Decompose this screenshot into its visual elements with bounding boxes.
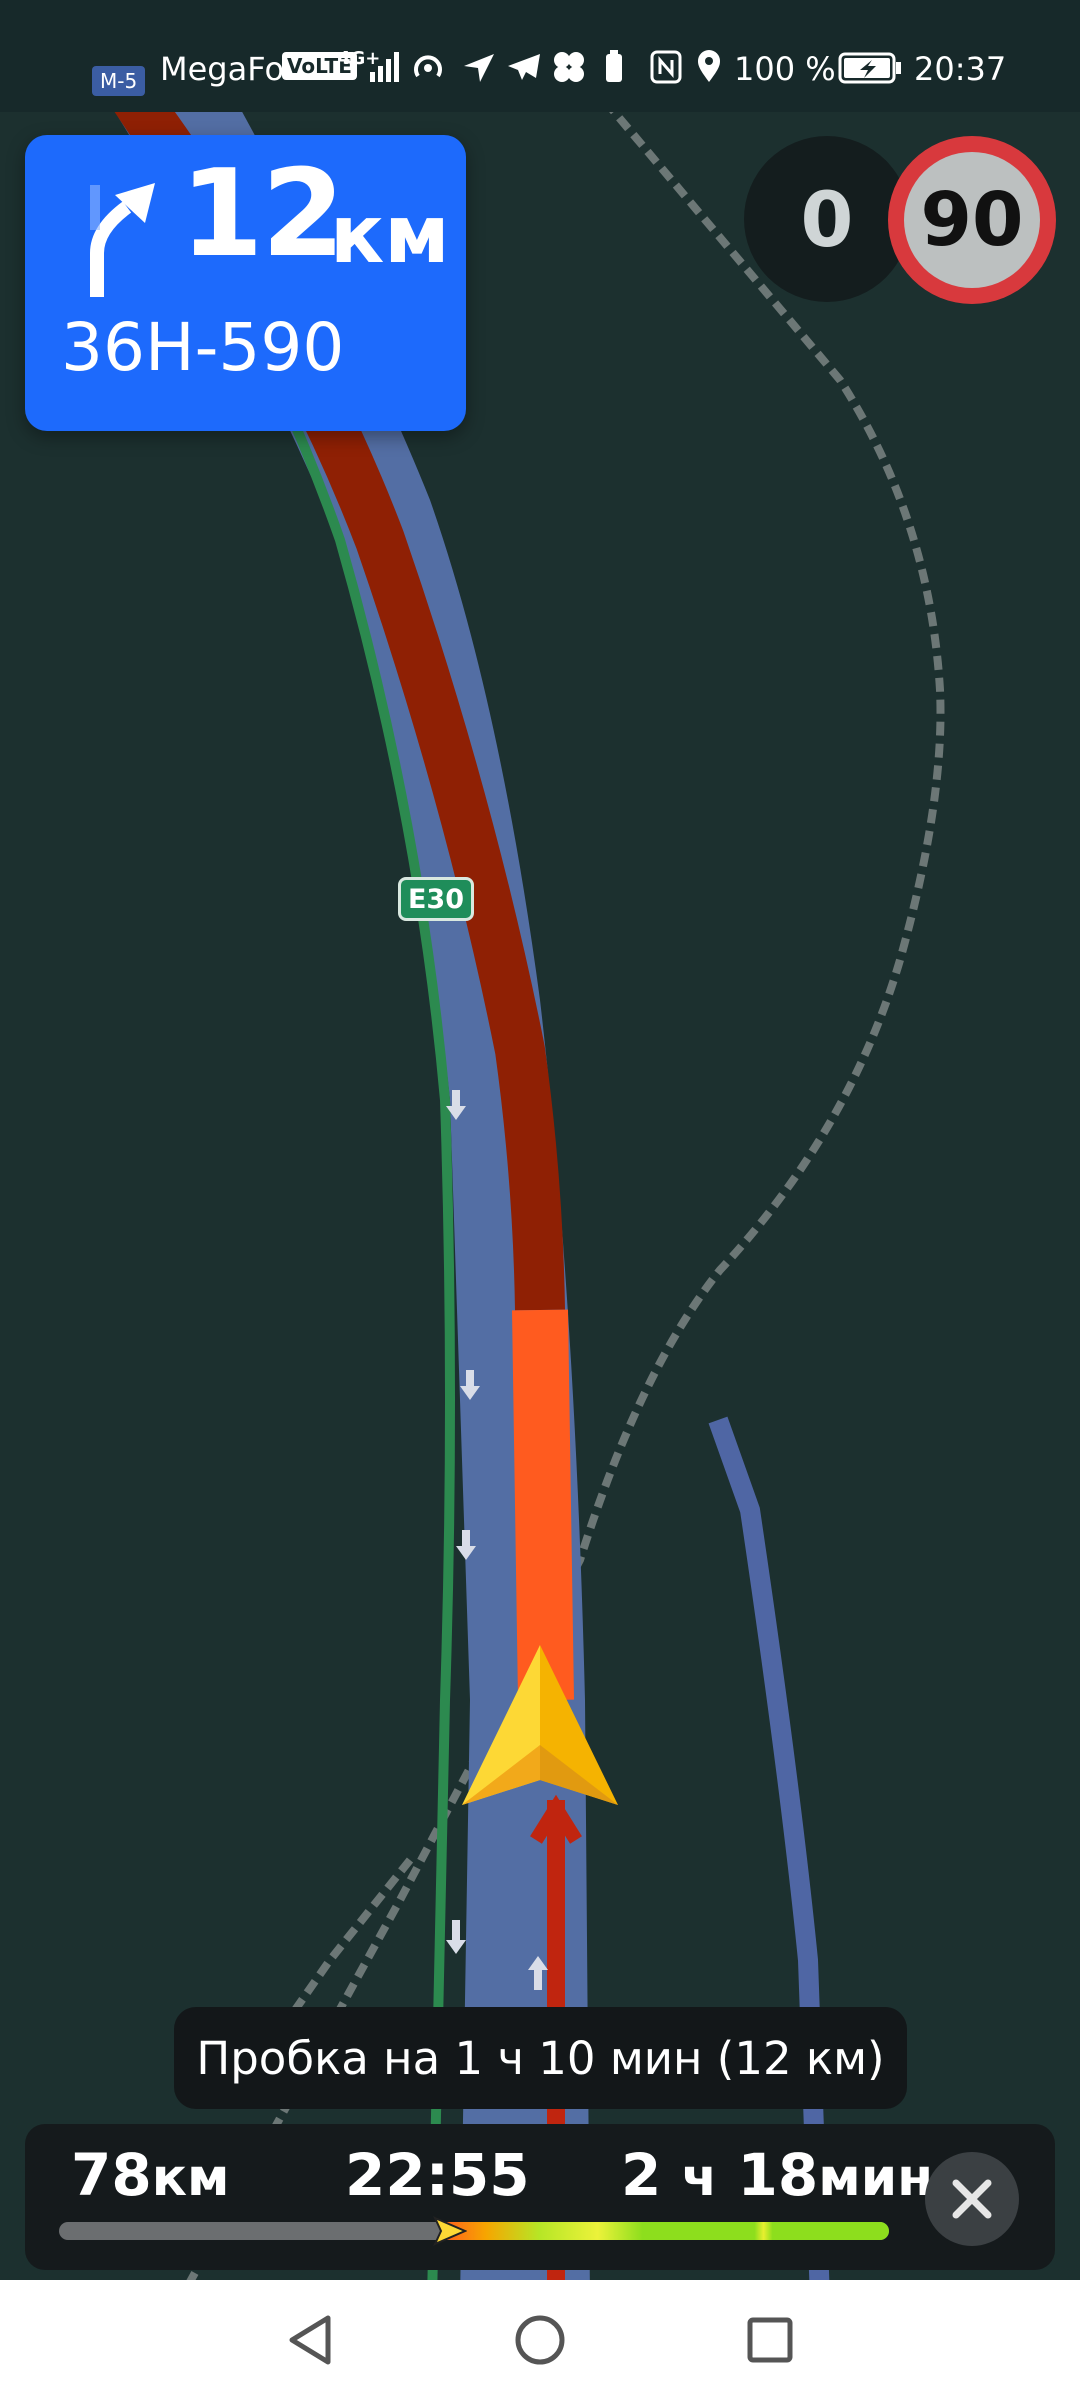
arrival-time: 22:55 — [345, 2141, 530, 2209]
system-nav-bar — [0, 2280, 1080, 2400]
speed-limit-sign: 90 — [888, 136, 1056, 304]
hotspot-icon — [414, 55, 442, 78]
status-bar: MegaFon VoLTE 4G+ 100 % 20:37 — [0, 0, 1080, 112]
signal-icon — [370, 52, 399, 82]
maneuver-distance-unit: км — [330, 188, 450, 281]
home-circle-icon[interactable] — [510, 2310, 570, 2370]
speed-limit-value: 90 — [920, 177, 1024, 263]
maneuver-distance-value: 12 — [180, 145, 345, 284]
remaining-distance-unit: км — [151, 2148, 230, 2208]
route-progress-bar — [59, 2222, 889, 2240]
route-summary-panel[interactable]: 78км 22:55 2 ч 18мин — [25, 2124, 1055, 2270]
route-badge-m5: M-5 — [92, 66, 146, 96]
recents-square-icon[interactable] — [740, 2310, 800, 2370]
telegram-icon — [508, 54, 540, 80]
storage-icon — [606, 50, 622, 82]
current-speed: 0 — [744, 136, 910, 302]
progress-position-icon — [432, 2216, 467, 2246]
duration-hours: 2 — [621, 2141, 662, 2209]
traffic-jam-text: Пробка на 1 ч 10 мин (12 км) — [196, 2031, 885, 2085]
remaining-distance-value: 78 — [71, 2141, 152, 2209]
battery-percent: 100 % — [734, 50, 836, 88]
traffic-jam-notice[interactable]: Пробка на 1 ч 10 мин (12 км) — [174, 2007, 907, 2109]
traffic-progress-segment — [440, 2222, 889, 2240]
location-arrow-icon — [464, 54, 494, 82]
battery-charging-icon — [838, 52, 901, 84]
clock: 20:37 — [914, 50, 1007, 88]
remaining-distance: 78км — [71, 2146, 230, 2204]
close-route-button[interactable] — [925, 2152, 1019, 2246]
current-speed-value: 0 — [800, 174, 854, 264]
remaining-duration: 2 ч 18мин — [621, 2146, 933, 2204]
app-cluster-icon — [554, 52, 584, 82]
duration-minutes-unit: мин — [818, 2148, 934, 2208]
traffic-slow-segment — [512, 1309, 574, 1701]
route-badge-e30: E30 — [398, 877, 474, 921]
nfc-icon — [650, 50, 682, 84]
maneuver-card[interactable]: 12 км 36Н-590 — [25, 135, 466, 431]
close-icon — [952, 2179, 992, 2219]
duration-hours-unit: ч — [681, 2148, 718, 2208]
turn-slight-right-icon — [90, 183, 155, 297]
location-pin-icon — [698, 50, 720, 82]
back-triangle-icon[interactable] — [280, 2310, 340, 2370]
duration-minutes: 18 — [737, 2141, 819, 2209]
maneuver-road-name: 36Н-590 — [61, 309, 345, 386]
